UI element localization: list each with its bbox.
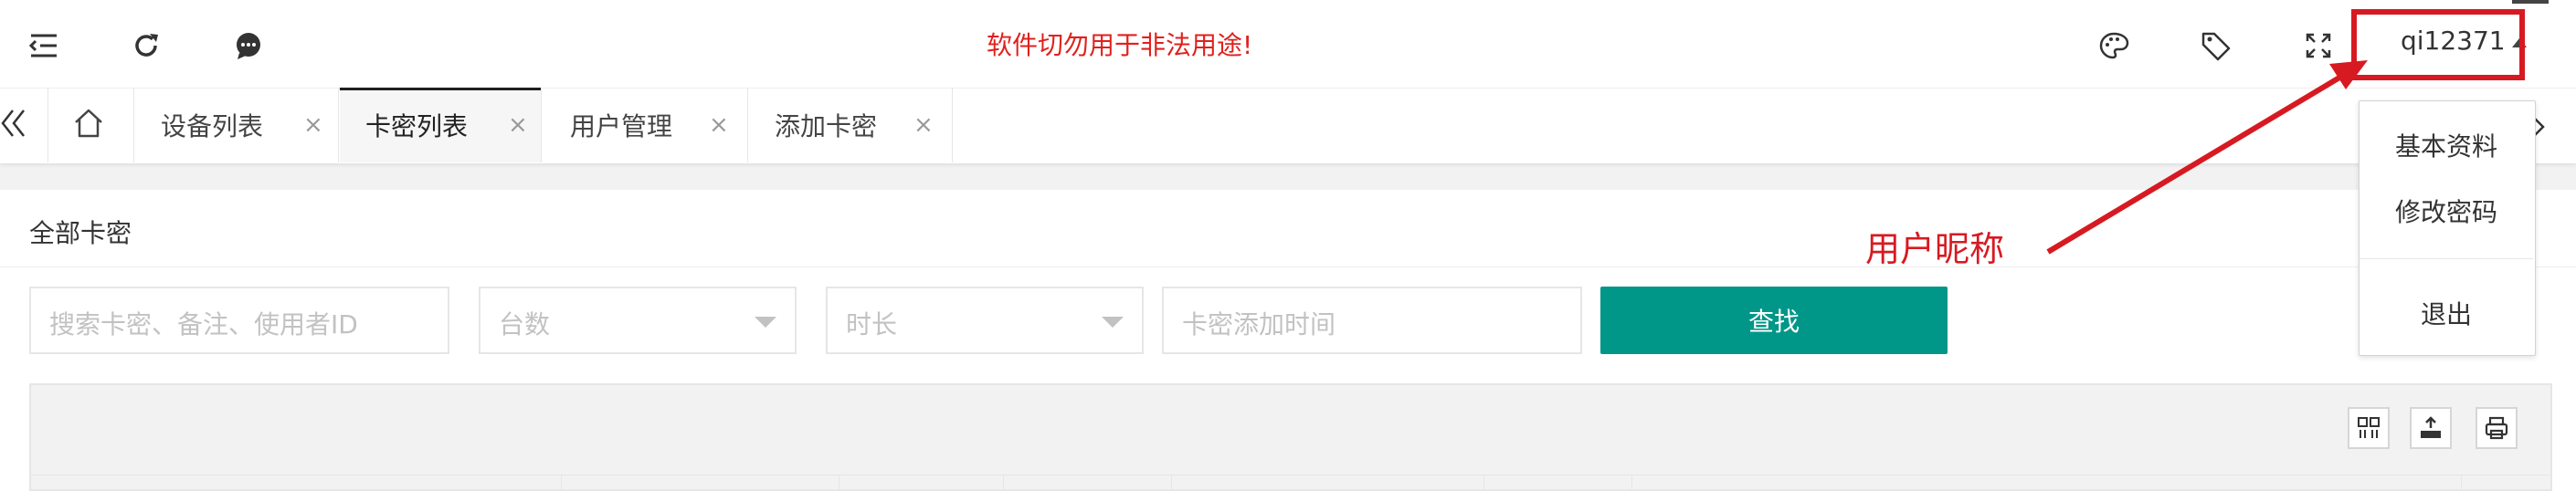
annotation-label: 用户昵称 (1865, 229, 2005, 269)
annotation-arrow (2046, 60, 2368, 255)
